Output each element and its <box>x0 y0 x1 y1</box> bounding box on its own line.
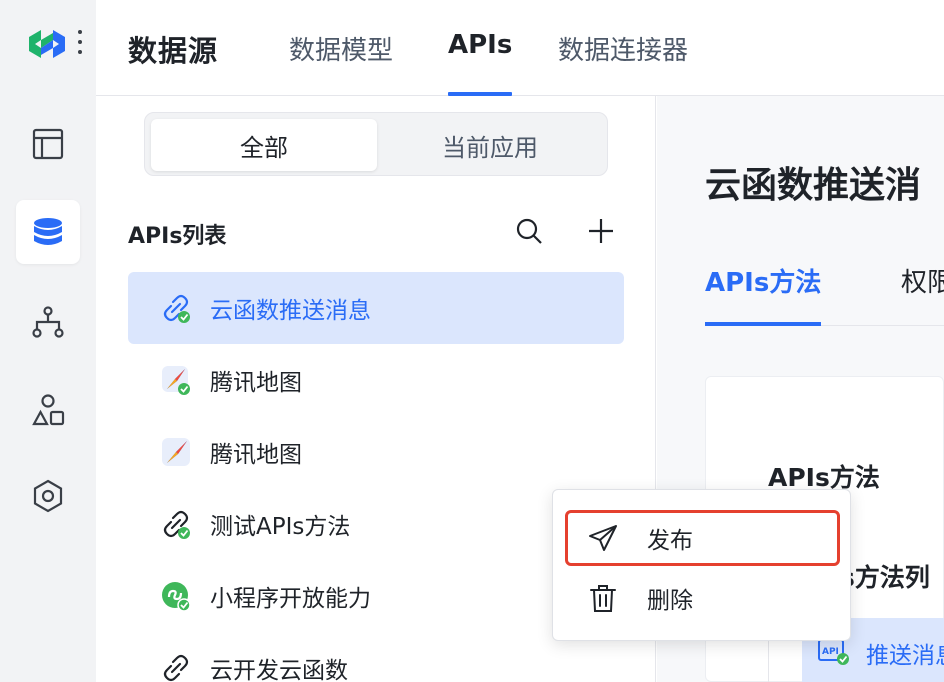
api-check-icon: API <box>818 639 849 665</box>
hexagon-settings-icon <box>33 479 63 513</box>
list-item[interactable]: 云开发云函数 <box>128 632 624 682</box>
svg-text:API: API <box>822 647 839 657</box>
tab-api-methods[interactable]: APIs方法 <box>705 262 821 299</box>
database-icon <box>34 218 62 245</box>
list-item-label: 腾讯地图 <box>210 442 302 468</box>
rail-shapes-button[interactable] <box>16 378 80 442</box>
layout-icon <box>32 128 64 160</box>
active-tab-indicator <box>705 322 821 326</box>
rail-layout-button[interactable] <box>16 112 80 176</box>
rail-structure-button[interactable] <box>16 290 80 354</box>
compass-icon <box>162 438 190 466</box>
trash-icon <box>590 585 616 612</box>
context-menu: 发布 删除 <box>552 489 851 641</box>
app-logo-icon[interactable] <box>27 27 67 61</box>
publish-menu-item[interactable]: 发布 <box>565 510 840 566</box>
send-icon <box>589 525 617 551</box>
detail-title: 云函数推送消 <box>705 165 922 206</box>
segment-current-app[interactable]: 当前应用 <box>377 119 603 171</box>
tab-data-connector[interactable]: 数据连接器 <box>558 30 688 96</box>
delete-label: 删除 <box>647 588 693 614</box>
list-item[interactable]: 小程序开放能力 <box>128 560 624 632</box>
tab-data-model[interactable]: 数据模型 <box>289 30 393 96</box>
rail-settings-button[interactable] <box>16 464 80 528</box>
scope-segmented-control: 全部 当前应用 <box>144 112 608 176</box>
tab-apis[interactable]: APIs <box>448 30 513 96</box>
list-item-label: 腾讯地图 <box>210 370 302 396</box>
list-item-label: 小程序开放能力 <box>210 586 371 612</box>
miniprogram-check-icon <box>162 582 191 612</box>
list-item[interactable]: 腾讯地图 <box>128 344 624 416</box>
list-item-label: 测试APIs方法 <box>210 514 351 540</box>
method-row-label: 推送消息 <box>866 643 944 669</box>
link-check-icon <box>163 294 190 323</box>
tree-structure-icon <box>32 306 64 338</box>
top-bar: 数据源 数据模型 APIs 数据连接器 <box>96 0 944 96</box>
list-title: APIs列表 <box>128 224 227 249</box>
list-item[interactable]: 云函数推送消息 <box>128 272 624 344</box>
list-item[interactable]: 测试APIs方法 <box>128 488 624 560</box>
segment-all[interactable]: 全部 <box>151 119 377 171</box>
rail-database-button[interactable] <box>16 200 80 264</box>
more-icon[interactable] <box>76 30 84 58</box>
publish-label: 发布 <box>647 528 693 554</box>
left-rail <box>0 0 96 682</box>
list-item-label: 云开发云函数 <box>210 658 348 682</box>
shapes-icon <box>32 394 65 426</box>
delete-menu-item[interactable]: 删除 <box>565 570 840 626</box>
search-icon[interactable] <box>514 216 544 246</box>
list-item[interactable]: 腾讯地图 <box>128 416 624 488</box>
page-title: 数据源 <box>128 34 219 68</box>
methods-list-title: s方法列 <box>840 563 930 592</box>
link-check-icon <box>163 510 190 539</box>
link-icon <box>163 654 189 682</box>
list-item-label: 云函数推送消息 <box>210 298 371 324</box>
compass-check-icon <box>162 366 190 395</box>
tab-permissions[interactable]: 权限 <box>901 262 944 299</box>
add-icon[interactable] <box>586 216 616 246</box>
